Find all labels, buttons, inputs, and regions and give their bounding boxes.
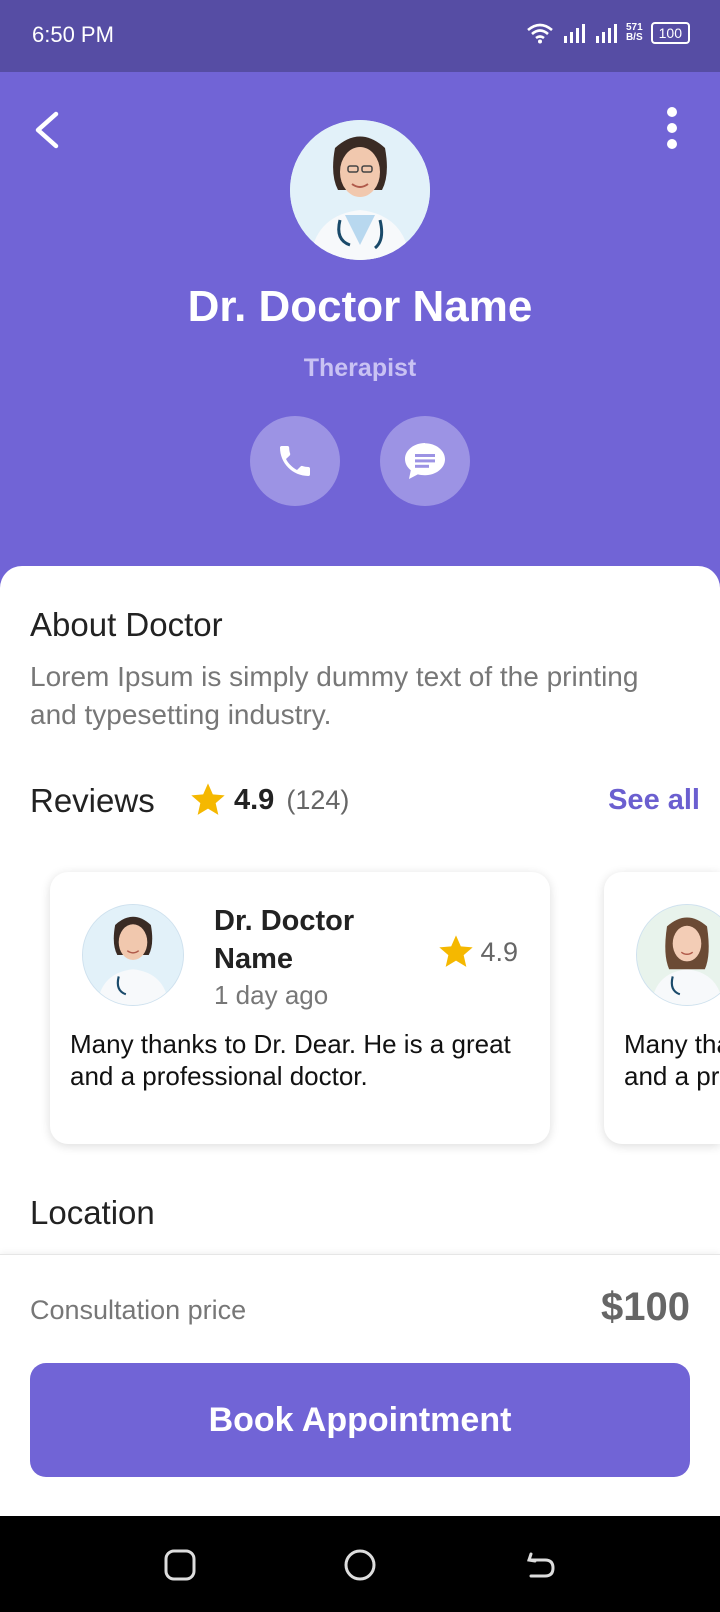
content-sheet: About Doctor Lorem Ipsum is simply dummy…	[0, 566, 720, 1286]
more-button[interactable]	[664, 106, 680, 150]
status-icons: 571 B/S 100	[526, 22, 690, 44]
back-nav-icon[interactable]	[523, 1548, 557, 1582]
recents-icon[interactable]	[163, 1548, 197, 1582]
doctor-name: Dr. Doctor Name	[187, 282, 533, 331]
chevron-left-icon	[35, 111, 59, 149]
reviews-count: (124)	[286, 784, 350, 815]
review-text: Many thanks to Dr. Dear. He is a great a…	[624, 1029, 720, 1091]
reviews-rating-value: 4.9	[234, 783, 275, 816]
home-icon[interactable]	[343, 1548, 377, 1582]
wifi-icon	[527, 23, 553, 44]
book-appointment-button[interactable]: Book Appointment	[30, 1363, 690, 1477]
message-button[interactable]	[380, 416, 470, 506]
signal-icon	[563, 24, 585, 43]
phone-icon	[280, 446, 310, 476]
review-rating-value: 4.9	[480, 936, 518, 967]
review-card[interactable]: Dr. Doctor Name 1 day ago 4.9 Many thank…	[50, 872, 550, 1144]
system-nav-bar	[0, 1516, 720, 1612]
status-time: 6:50 PM	[32, 22, 114, 47]
reviewer-avatar	[82, 904, 184, 1006]
location-title: Location	[30, 1194, 155, 1231]
doctor-header: Dr. Doctor Name Therapist	[0, 72, 720, 592]
reviewer-avatar	[636, 904, 720, 1006]
about-text: Lorem Ipsum is simply dummy text of the …	[30, 661, 639, 730]
back-button[interactable]	[28, 106, 68, 154]
reviewer-name: Dr. Doctor Name	[214, 905, 355, 975]
see-all-link[interactable]: See all	[608, 784, 700, 817]
reviews-title: Reviews	[30, 782, 155, 819]
review-card[interactable]: Many thanks to Dr. Dear. He is a great a…	[604, 872, 720, 1144]
star-icon	[439, 935, 474, 967]
price-value: $100	[601, 1285, 690, 1329]
reviews-rating: 4.9 (124)	[188, 780, 349, 820]
call-button[interactable]	[250, 416, 340, 506]
battery-indicator: 100	[650, 22, 690, 44]
review-rating: 4.9	[436, 932, 518, 972]
more-vertical-icon	[667, 107, 677, 149]
about-title: About Doctor	[30, 606, 223, 643]
chat-bubble-icon	[405, 443, 445, 479]
net-speed: 571 B/S	[625, 22, 643, 43]
doctor-specialty: Therapist	[303, 354, 417, 382]
booking-footer: Consultation price $100 Book Appointment	[0, 1254, 720, 1517]
review-time: 1 day ago	[214, 980, 329, 1010]
doctor-avatar	[290, 120, 430, 260]
status-bar: 6:50 PM 571 B/S 100	[0, 0, 720, 72]
star-icon	[191, 783, 225, 815]
price-label: Consultation price	[30, 1295, 247, 1325]
signal-icon-2	[595, 24, 617, 43]
review-text: Many thanks to Dr. Dear. He is a great a…	[70, 1029, 511, 1091]
